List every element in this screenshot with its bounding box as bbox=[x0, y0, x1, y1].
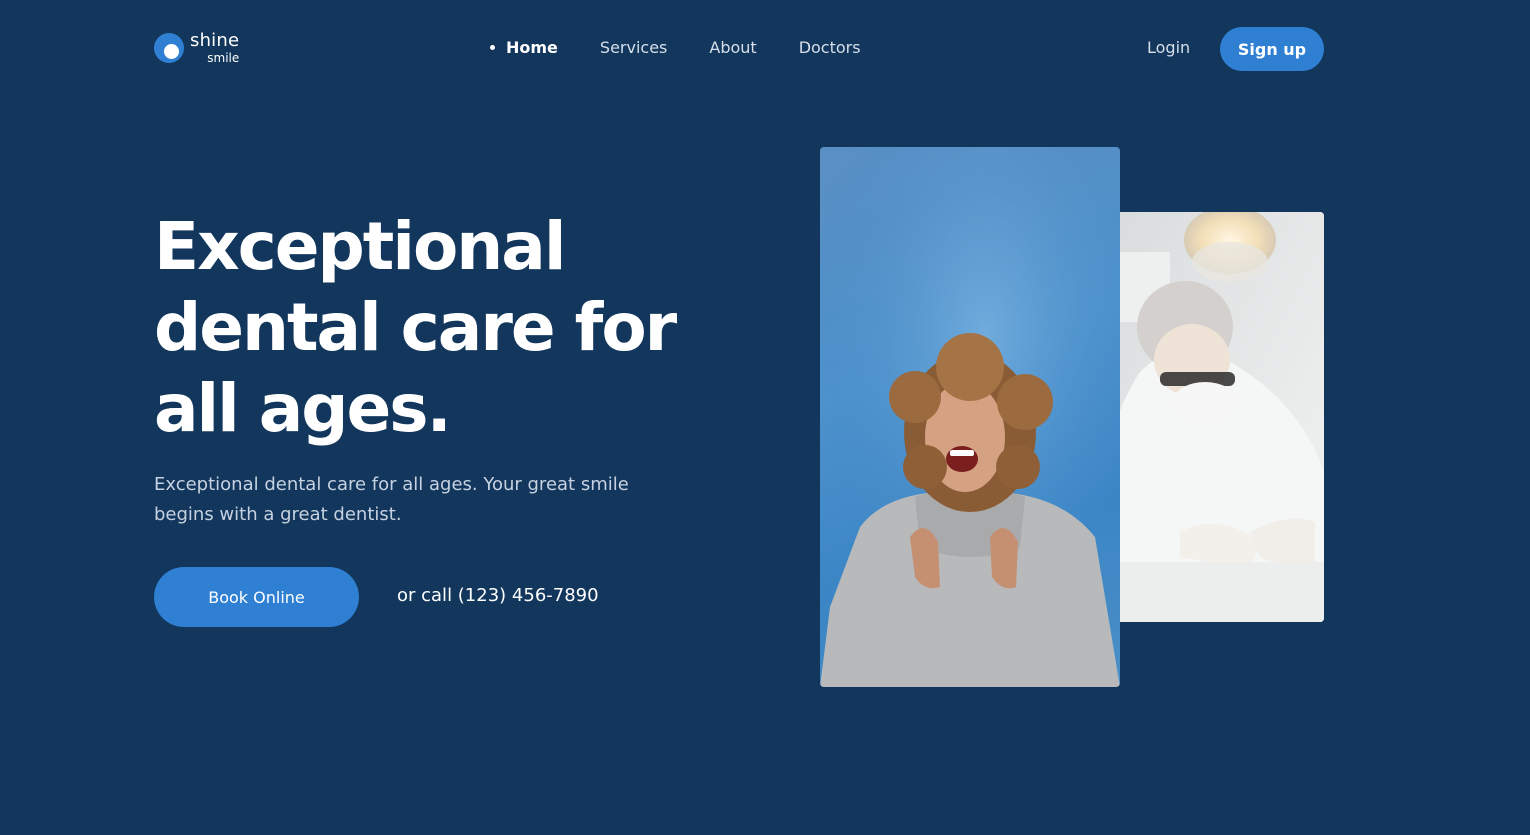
logo-text: shine smile bbox=[190, 30, 240, 65]
brand-logo[interactable]: shine smile bbox=[154, 32, 239, 64]
nav-item-about[interactable]: About bbox=[709, 38, 756, 57]
headline-line: all ages. bbox=[154, 370, 452, 447]
main-nav: Home Services About Doctors bbox=[490, 38, 903, 57]
dot-icon bbox=[490, 45, 495, 50]
logo-circle-icon bbox=[154, 33, 184, 63]
call-phone-link[interactable]: or call (123) 456-7890 bbox=[397, 585, 599, 606]
dentist-photo bbox=[1110, 212, 1324, 622]
headline-line: Exceptional bbox=[154, 208, 566, 285]
hero-headline: Exceptional dental care for all ages. bbox=[154, 206, 714, 449]
headline-line: dental care for bbox=[154, 289, 677, 366]
signup-button[interactable]: Sign up bbox=[1220, 27, 1324, 71]
nav-item-doctors[interactable]: Doctors bbox=[799, 38, 861, 57]
nav-item-home[interactable]: Home bbox=[490, 38, 558, 57]
login-link[interactable]: Login bbox=[1147, 38, 1190, 57]
brand-name: shine bbox=[190, 30, 240, 51]
landing-page: shine smile Home Services About Doctors … bbox=[0, 0, 1530, 835]
smiling-patient-photo bbox=[820, 147, 1120, 687]
book-online-button[interactable]: Book Online bbox=[154, 567, 359, 627]
nav-item-label: Home bbox=[506, 38, 558, 57]
nav-item-services[interactable]: Services bbox=[600, 38, 667, 57]
brand-tagline: smile bbox=[207, 51, 240, 65]
hero-subtext: Exceptional dental care for all ages. Yo… bbox=[154, 474, 629, 525]
